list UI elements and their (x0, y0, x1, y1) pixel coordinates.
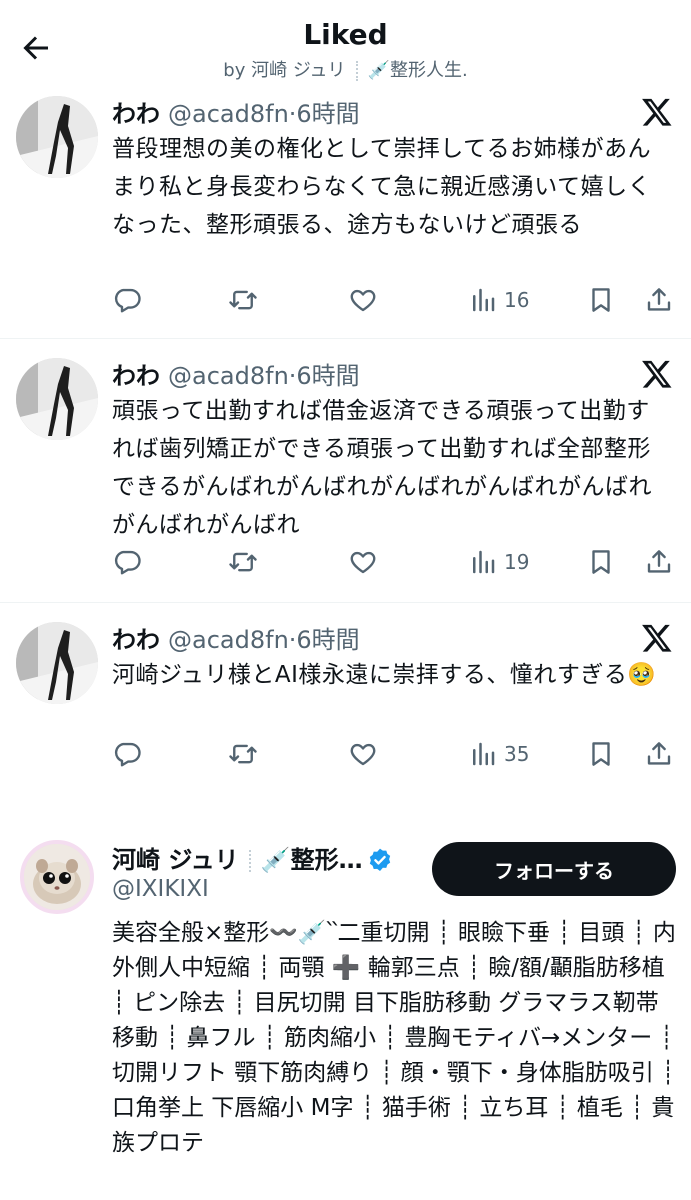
author-handle[interactable]: @acad8fn (168, 100, 289, 128)
follow-button[interactable]: フォローする (432, 842, 676, 896)
bookmark-icon[interactable] (586, 282, 616, 318)
author-handle[interactable]: @acad8fn (168, 362, 289, 390)
tweet-time: ·6時間 (288, 626, 360, 654)
author-handle[interactable]: @acad8fn (168, 626, 289, 654)
tweet-actions: 35 (112, 736, 677, 772)
views-icon (473, 742, 495, 766)
author-name[interactable]: わわ (112, 362, 160, 390)
bookmark-icon[interactable] (586, 736, 616, 772)
header: Liked by 河崎 ジュリ 💉整形人生. (0, 0, 691, 90)
x-logo-icon[interactable] (640, 96, 674, 128)
profile-handle[interactable]: @IXIKIXI (112, 876, 209, 902)
tweet-time: ·6時間 (288, 362, 360, 390)
reply-icon[interactable] (112, 736, 142, 772)
author-name[interactable]: わわ (112, 626, 160, 654)
like-icon[interactable] (348, 736, 378, 772)
views-button[interactable]: 35 (468, 736, 529, 772)
tweet-text: 河崎ジュリ様とAI様永遠に崇拝する、憧れすぎる🥹 (112, 662, 657, 688)
views-count: 16 (504, 288, 530, 312)
tweet-header: わわ @acad8fn·6時間 (112, 356, 360, 391)
subtitle-by: by 河崎 ジュリ (223, 60, 346, 81)
profile-name[interactable]: 河崎 ジュリ (112, 846, 239, 874)
reply-icon[interactable] (112, 544, 142, 580)
views-button[interactable]: 16 (468, 282, 529, 318)
tweet-text: 普段理想の美の権化として崇拝してるお姉様があんまり私と身長変わらなくて急に親近感… (112, 136, 652, 238)
page-subtitle: by 河崎 ジュリ 💉整形人生. (0, 56, 691, 82)
share-icon[interactable] (644, 736, 674, 772)
x-logo-icon[interactable] (640, 622, 674, 654)
divider (248, 850, 251, 872)
share-icon[interactable] (644, 544, 674, 580)
divider (0, 602, 691, 603)
share-icon[interactable] (644, 282, 674, 318)
views-icon (473, 288, 495, 312)
reply-icon[interactable] (112, 282, 142, 318)
divider (355, 61, 358, 81)
views-count: 19 (504, 550, 530, 574)
tweet-header: わわ @acad8fn·6時間 (112, 620, 360, 655)
author-name[interactable]: わわ (112, 100, 160, 128)
divider (0, 338, 691, 339)
like-icon[interactable] (348, 282, 378, 318)
views-icon (473, 550, 495, 574)
avatar[interactable] (16, 358, 98, 440)
profile-avatar[interactable] (20, 840, 94, 914)
tweet-header: わわ @acad8fn·6時間 (112, 94, 360, 129)
tweet-actions: 19 (112, 544, 677, 580)
like-icon[interactable] (348, 544, 378, 580)
tweet-text: 頑張って出勤すれば借金返済できる頑張って出勤すれば歯列矯正ができる頑張って出勤す… (112, 398, 653, 538)
retweet-icon[interactable] (228, 736, 258, 772)
views-count: 35 (504, 742, 530, 766)
subtitle-tag: 💉整形人生. (367, 60, 468, 81)
views-button[interactable]: 19 (468, 544, 529, 580)
tweet-time: ·6時間 (288, 100, 360, 128)
retweet-icon[interactable] (228, 282, 258, 318)
tweet-actions: 16 (112, 282, 677, 318)
retweet-icon[interactable] (228, 544, 258, 580)
x-logo-icon[interactable] (640, 358, 674, 390)
avatar[interactable] (16, 622, 98, 704)
profile-name-row: 河崎 ジュリ 💉整形… (112, 840, 393, 875)
profile-name-tag: 💉整形… (260, 846, 363, 874)
profile-bio: 美容全般×整形〰️💉՝՝二重切開 ┊ 眼瞼下垂 ┊ 目頭 ┊ 内外側人中短縮 ┊… (112, 920, 676, 1156)
bookmark-icon[interactable] (586, 544, 616, 580)
avatar[interactable] (16, 96, 98, 178)
verified-badge-icon (367, 847, 393, 873)
page-title: Liked (303, 18, 388, 51)
